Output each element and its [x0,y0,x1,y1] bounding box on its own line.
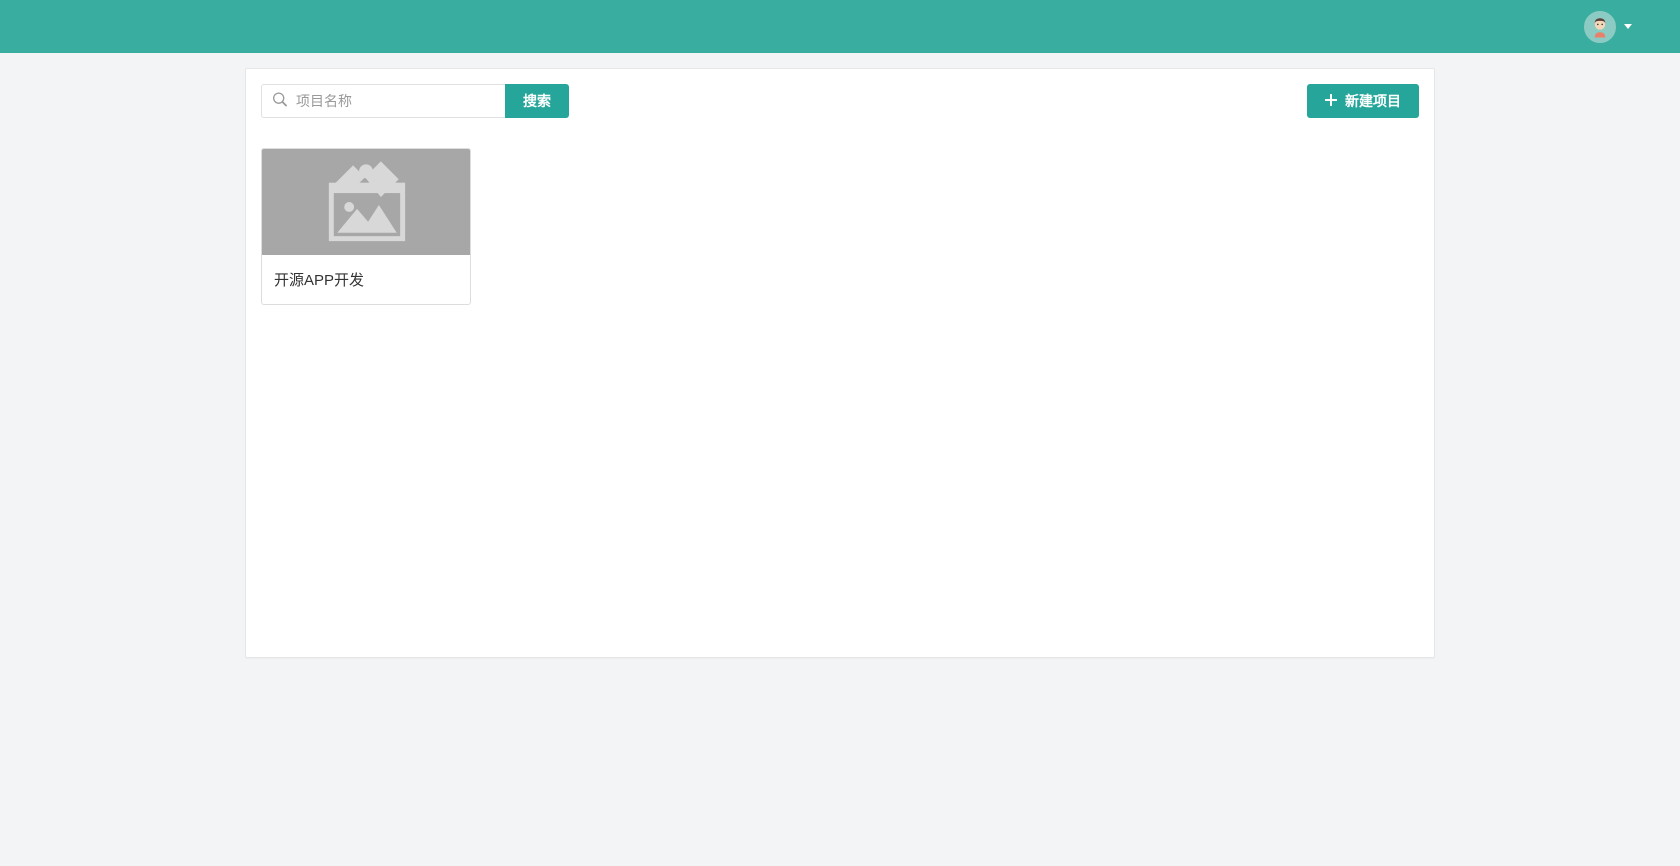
search-wrapper [261,84,505,118]
main-panel: 搜索 新建项目 [245,68,1435,658]
search-button[interactable]: 搜索 [505,84,569,118]
project-card[interactable]: 开源APP开发 [261,148,471,305]
search-input[interactable] [261,84,505,118]
caret-down-icon [1624,24,1632,29]
project-thumbnail [262,149,470,255]
user-avatar-icon [1586,11,1614,43]
avatar [1584,11,1616,43]
search-group: 搜索 [261,84,569,118]
image-placeholder-icon [262,149,470,255]
project-grid: 开源APP开发 [261,148,1419,305]
plus-icon [1325,94,1337,109]
new-project-button[interactable]: 新建项目 [1307,84,1419,118]
toolbar: 搜索 新建项目 [261,84,1419,118]
project-title: 开源APP开发 [262,255,470,304]
new-project-label: 新建项目 [1345,91,1401,111]
user-menu[interactable] [1584,11,1632,43]
top-header [0,0,1680,53]
